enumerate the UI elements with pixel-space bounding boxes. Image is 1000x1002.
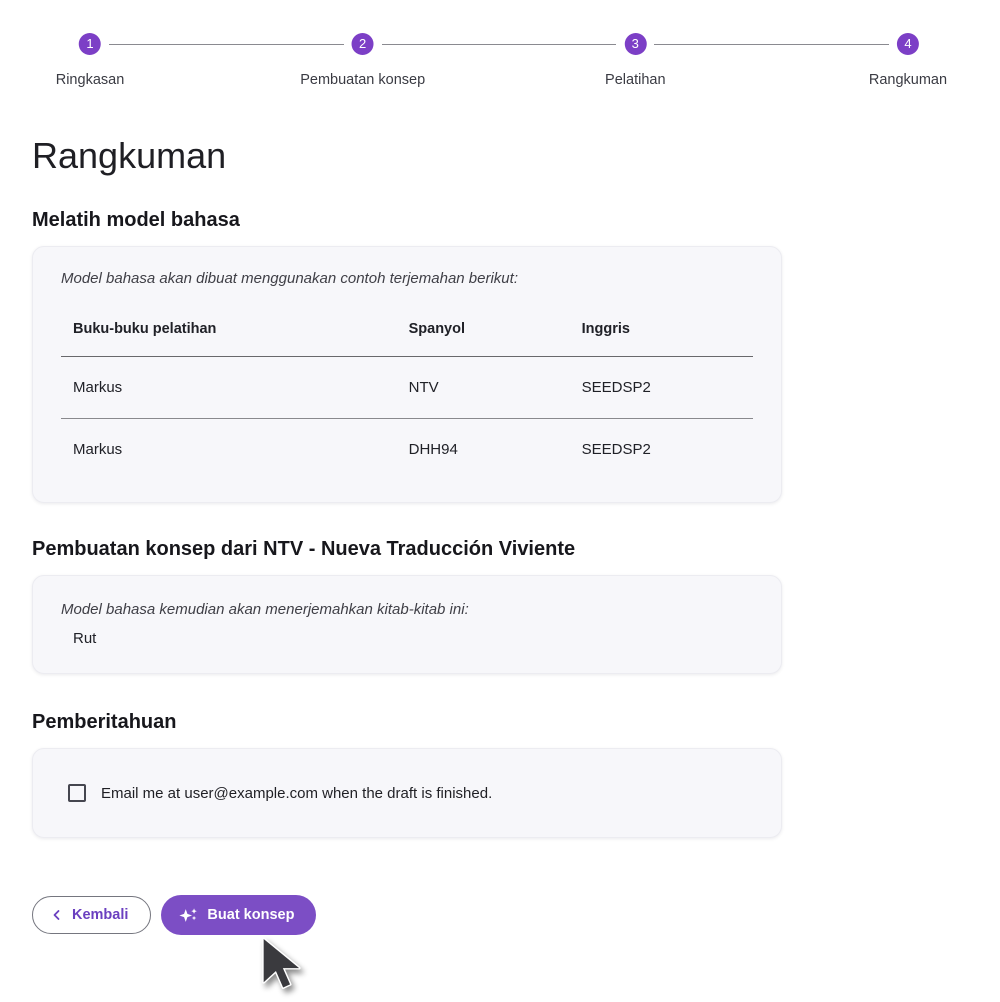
step-number-badge: 3 [624, 33, 647, 55]
back-button-label: Kembali [72, 907, 129, 923]
back-button[interactable]: Kembali [32, 896, 152, 934]
step-label: Pelatihan [605, 72, 666, 88]
drafting-heading-prefix: Pembuatan konsep dari [32, 538, 264, 560]
generate-draft-button-label: Buat konsep [207, 907, 295, 923]
cell-source: DHH94 [408, 441, 458, 458]
step-number-badge: 2 [351, 33, 374, 55]
wizard-actions: Kembali Buat konsep [32, 895, 1000, 935]
sparkle-icon [179, 906, 198, 925]
stepper-step-ringkasan[interactable]: 1 Ringkasan [55, 33, 125, 88]
mouse-cursor [261, 936, 301, 995]
table-row: Markus NTV SEEDSP2 [61, 356, 753, 419]
step-label: Pembuatan konsep [300, 72, 426, 88]
drafting-section-heading: Pembuatan konsep dari NTV - Nueva Traduc… [32, 537, 1000, 561]
training-books-table: Buku-buku pelatihan Spanyol Inggris Mark… [61, 301, 753, 480]
drafting-project-name: NTV - Nueva Traducción Viviente [263, 538, 576, 560]
notifications-card: Email me at user@example.com when the dr… [32, 748, 782, 838]
drafting-book-item: Rut [73, 630, 97, 647]
column-header-source: Spanyol [396, 301, 570, 357]
cell-source: NTV [396, 356, 570, 419]
stepper-step-pembuatan-konsep[interactable]: 2 Pembuatan konsep [300, 33, 425, 88]
training-card: Model bahasa akan dibuat menggunakan con… [32, 246, 782, 503]
table-header-row: Buku-buku pelatihan Spanyol Inggris [61, 301, 753, 357]
step-label: Ringkasan [55, 72, 125, 88]
column-header-training-books: Buku-buku pelatihan [61, 301, 397, 357]
stepper-step-rangkuman[interactable]: 4 Rangkuman [869, 33, 947, 88]
email-notification-checkbox[interactable] [68, 784, 86, 802]
training-section-heading: Melatih model bahasa [32, 209, 240, 231]
email-notification-option[interactable]: Email me at user@example.com when the dr… [68, 784, 492, 802]
cell-target: SEEDSP2 [569, 356, 753, 419]
step-label: Rangkuman [868, 72, 948, 88]
training-intro-text: Model bahasa akan dibuat menggunakan con… [61, 270, 518, 287]
cell-book: Markus [61, 356, 397, 419]
column-header-target: Inggris [569, 301, 753, 357]
drafting-intro-text: Model bahasa kemudian akan menerjemahkan… [61, 601, 469, 618]
cell-target: SEEDSP2 [581, 441, 651, 458]
generate-draft-button[interactable]: Buat konsep [161, 895, 317, 935]
chevron-left-icon [51, 909, 63, 921]
cell-book: Markus [73, 441, 123, 458]
drafting-card: Model bahasa kemudian akan menerjemahkan… [32, 575, 782, 674]
step-number-badge: 4 [896, 33, 919, 55]
wizard-stepper: 1 Ringkasan 2 Pembuatan konsep 3 Pelatih… [32, 33, 947, 88]
table-row: Markus DHH94 SEEDSP2 [61, 419, 753, 481]
stepper-step-pelatihan[interactable]: 3 Pelatihan [605, 33, 666, 88]
email-notification-label[interactable]: Email me at user@example.com when the dr… [101, 785, 492, 802]
step-number-badge: 1 [78, 33, 101, 55]
page-title: Rangkuman [32, 135, 227, 176]
notifications-section-heading: Pemberitahuan [32, 711, 177, 733]
stepper-connector [654, 44, 889, 45]
